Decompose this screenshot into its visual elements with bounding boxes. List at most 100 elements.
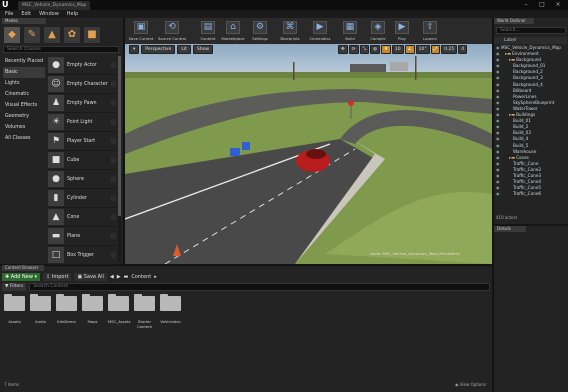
- info-icon[interactable]: ⓘ: [111, 233, 117, 240]
- filters-button[interactable]: ▼ Filters: [2, 283, 27, 291]
- level-tab[interactable]: MSC_Vehicle_Dynamics_Map: [18, 1, 90, 10]
- translate-icon[interactable]: ✥: [338, 45, 348, 54]
- place-item-empty-pawn[interactable]: ♟ Empty Pawn ⓘ: [47, 94, 117, 113]
- content-folder[interactable]: Assets: [4, 294, 25, 329]
- content-folder[interactable]: Maps: [82, 294, 103, 329]
- info-icon[interactable]: ⓘ: [111, 62, 117, 69]
- place-item-point-light[interactable]: ☀ Point Light ⓘ: [47, 113, 117, 132]
- place-mode-icon[interactable]: ◆: [3, 26, 21, 44]
- modes-tab[interactable]: Modes: [2, 18, 46, 24]
- category-volumes[interactable]: Volumes: [3, 122, 45, 133]
- camera-speed[interactable]: 4: [458, 45, 468, 54]
- paint-mode-icon[interactable]: ✎: [23, 26, 41, 44]
- modes-scrollbar[interactable]: [118, 56, 121, 262]
- content-folder[interactable]: MSC_Assets: [108, 294, 131, 329]
- unreal-logo-icon[interactable]: U: [2, 1, 10, 9]
- info-icon[interactable]: ⓘ: [111, 119, 117, 126]
- viewport-options-button[interactable]: ▾: [129, 45, 140, 54]
- info-icon[interactable]: ⓘ: [111, 176, 117, 183]
- import-button[interactable]: ⇩ Import: [43, 272, 72, 281]
- scale-icon[interactable]: ⤡: [359, 45, 370, 54]
- breadcrumb-content[interactable]: Content: [131, 274, 151, 280]
- grid-snap-value[interactable]: 10: [391, 45, 404, 54]
- search-content-input[interactable]: Search Content: [29, 283, 490, 291]
- world-icon[interactable]: ◍: [370, 45, 381, 54]
- info-icon[interactable]: ⓘ: [111, 214, 117, 221]
- menu-help[interactable]: Help: [67, 11, 78, 17]
- place-item-cone[interactable]: ▲ Cone ⓘ: [47, 208, 117, 227]
- settings-button[interactable]: ⚙ Settings: [246, 19, 274, 43]
- menu-file[interactable]: File: [5, 11, 13, 17]
- geometry-mode-icon[interactable]: ■: [83, 26, 101, 44]
- scale-snap-value[interactable]: 0.25: [441, 45, 458, 54]
- info-icon[interactable]: ⓘ: [111, 100, 117, 107]
- category-cinematic[interactable]: Cinematic: [3, 89, 45, 100]
- stop-sign[interactable]: [348, 100, 354, 106]
- place-item-plane[interactable]: ▬ Plane ⓘ: [47, 227, 117, 246]
- category-all-classes[interactable]: All Classes: [3, 133, 45, 144]
- outliner-row[interactable]: ◉ Traffic_Cone6: [494, 191, 567, 197]
- close-icon[interactable]: ×: [550, 1, 566, 9]
- save-current-button[interactable]: ▣ Save Current: [127, 19, 155, 43]
- category-visual-effects[interactable]: Visual Effects: [3, 100, 45, 111]
- visibility-eye-icon[interactable]: ◉: [494, 191, 501, 197]
- content-folder[interactable]: Starter Content: [134, 294, 155, 329]
- content-browser-tab[interactable]: Content Browser: [2, 265, 44, 271]
- place-item-empty-character[interactable]: ☺ Empty Character ⓘ: [47, 75, 117, 94]
- forward-arrow-icon[interactable]: ▶: [117, 274, 121, 280]
- world-outliner-tab[interactable]: World Outliner: [494, 18, 534, 24]
- grid-snap-icon[interactable]: #: [381, 45, 391, 54]
- details-tab[interactable]: Details: [494, 226, 526, 232]
- maximize-icon[interactable]: □: [534, 1, 550, 9]
- place-item-cylinder[interactable]: ▮ Cylinder ⓘ: [47, 189, 117, 208]
- info-icon[interactable]: ⓘ: [111, 138, 117, 145]
- menu-window[interactable]: Window: [39, 11, 59, 17]
- place-item-empty-actor[interactable]: ● Empty Actor ⓘ: [47, 56, 117, 75]
- menu-edit[interactable]: Edit: [21, 11, 31, 17]
- build-button[interactable]: ▦ Build: [336, 19, 364, 43]
- breadcrumb-arrow-icon[interactable]: ▸: [154, 274, 157, 280]
- content-folder[interactable]: Audio: [30, 294, 51, 329]
- scale-snap-icon[interactable]: ⤢: [430, 45, 441, 54]
- info-icon[interactable]: ⓘ: [111, 157, 117, 164]
- play-icon: ▶: [395, 21, 409, 34]
- content-button[interactable]: ▤ Content: [194, 19, 222, 43]
- play-button[interactable]: ▶ Play: [388, 19, 416, 43]
- view-options-button[interactable]: ◉ View Options: [455, 382, 486, 387]
- cinematics-button[interactable]: ▶ Cinematics: [306, 19, 334, 43]
- add-new-button[interactable]: ✚ Add New ▾: [2, 272, 41, 281]
- place-item-box-trigger[interactable]: □ Box Trigger ⓘ: [47, 246, 117, 265]
- category-recently-placed[interactable]: Recently Placed: [3, 56, 45, 67]
- rotation-snap-value[interactable]: 10°: [415, 45, 430, 54]
- save-all-button[interactable]: ▣ Save All: [74, 272, 107, 281]
- landscape-mode-icon[interactable]: ▲: [43, 26, 61, 44]
- category-lights[interactable]: Lights: [3, 78, 45, 89]
- place-item-player-start[interactable]: ⚑ Player Start ⓘ: [47, 132, 117, 151]
- level-viewport[interactable]: [125, 44, 492, 264]
- category-basic[interactable]: Basic: [3, 67, 45, 78]
- blueprints-button[interactable]: ⌘ Blueprints: [276, 19, 304, 43]
- place-item-cube[interactable]: ■ Cube ⓘ: [47, 151, 117, 170]
- outliner-column-label[interactable]: Label: [494, 37, 567, 44]
- rotate-icon[interactable]: ⟳: [348, 45, 359, 54]
- outliner-search-input[interactable]: Search...: [496, 27, 566, 34]
- place-item-sphere[interactable]: ● Sphere ⓘ: [47, 170, 117, 189]
- source-control-button[interactable]: ⟲ Source Control: [158, 19, 186, 43]
- info-icon[interactable]: ⓘ: [111, 195, 117, 202]
- content-folder[interactable]: Vehicledev: [160, 294, 181, 329]
- marketplace-button[interactable]: ⌂ Marketplace: [219, 19, 247, 43]
- info-icon[interactable]: ⓘ: [111, 252, 117, 259]
- back-arrow-icon[interactable]: ◀: [110, 274, 114, 280]
- foliage-mode-icon[interactable]: ✿: [63, 26, 81, 44]
- player-start-icon: ⚑: [48, 133, 64, 149]
- info-icon[interactable]: ⓘ: [111, 81, 117, 88]
- rotation-snap-icon[interactable]: ∠: [404, 45, 415, 54]
- show-button[interactable]: Show: [192, 45, 214, 54]
- search-classes-input[interactable]: Search Classes: [3, 46, 119, 53]
- content-folder[interactable]: KiteDemo: [56, 294, 77, 329]
- perspective-button[interactable]: Perspective: [141, 45, 176, 54]
- lit-button[interactable]: Lit: [177, 45, 191, 54]
- category-geometry[interactable]: Geometry: [3, 111, 45, 122]
- minimize-icon[interactable]: –: [518, 1, 534, 9]
- launch-button[interactable]: ⇪ Launch: [416, 19, 444, 43]
